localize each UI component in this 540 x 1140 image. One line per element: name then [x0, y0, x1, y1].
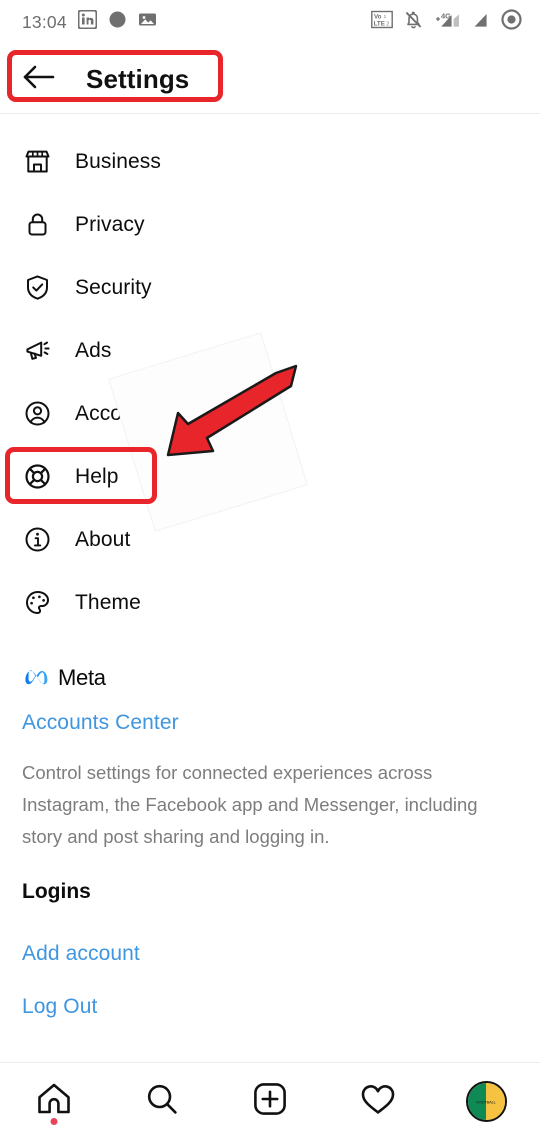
- volte-icon: Vo 1 LTE 2: [371, 10, 393, 34]
- menu-item-about[interactable]: About: [0, 508, 540, 571]
- svg-text:2: 2: [386, 21, 389, 27]
- page-header: Settings: [0, 46, 540, 112]
- nav-activity-button[interactable]: [343, 1072, 413, 1132]
- meta-brand: Meta: [22, 665, 522, 691]
- logins-heading: Logins: [22, 880, 91, 903]
- status-bar-right: Vo 1 LTE 2 4G: [371, 9, 522, 35]
- notifications-muted-icon: [404, 10, 423, 35]
- meta-section: Meta Accounts Center Control settings fo…: [22, 665, 522, 853]
- person-circle-icon: [20, 397, 54, 431]
- meta-wordmark: Meta: [58, 665, 106, 690]
- status-bar-left: 13:04: [22, 9, 157, 34]
- megaphone-icon: [20, 334, 54, 368]
- status-time: 13:04: [22, 11, 67, 32]
- menu-item-label: Ads: [75, 338, 112, 362]
- add-account-link[interactable]: Add account: [22, 942, 140, 966]
- meta-infinity-icon: [22, 665, 51, 691]
- menu-item-help[interactable]: Help: [0, 445, 540, 508]
- storefront-icon: [20, 145, 54, 179]
- logins-section: Logins Add account Log Out: [22, 880, 522, 1019]
- nav-home-button[interactable]: [19, 1072, 89, 1132]
- menu-item-ads[interactable]: Ads: [0, 319, 540, 382]
- menu-item-label: Privacy: [75, 212, 145, 236]
- lock-icon: [20, 208, 54, 242]
- back-button[interactable]: [20, 60, 58, 98]
- settings-menu: Business Privacy Security Ads Account He…: [0, 130, 540, 634]
- header-divider: [0, 113, 540, 114]
- menu-item-privacy[interactable]: Privacy: [0, 193, 540, 256]
- nav-profile-button[interactable]: FOOTBALL: [451, 1072, 521, 1132]
- search-icon: [144, 1081, 180, 1122]
- linkedin-icon: [77, 9, 98, 34]
- svg-text:LTE: LTE: [374, 20, 385, 27]
- nav-add-post-button[interactable]: [235, 1072, 305, 1132]
- info-circle-icon: [20, 523, 54, 557]
- menu-item-label: Account: [75, 401, 152, 425]
- record-icon: [501, 9, 522, 35]
- menu-item-label: Business: [75, 149, 162, 173]
- shield-check-icon: [20, 271, 54, 305]
- menu-item-label: Security: [75, 275, 152, 299]
- menu-item-security[interactable]: Security: [0, 256, 540, 319]
- menu-item-label: Theme: [75, 590, 141, 614]
- bottom-navigation: FOOTBALL: [0, 1062, 540, 1140]
- page-title: Settings: [86, 63, 190, 94]
- home-active-dot: [50, 1117, 58, 1125]
- avatar-label: FOOTBALL: [476, 1099, 496, 1104]
- back-arrow-icon: [22, 64, 56, 95]
- add-post-icon: [252, 1081, 288, 1122]
- palette-icon: [20, 586, 54, 620]
- signal-icon: [471, 10, 490, 35]
- menu-item-label: About: [75, 527, 131, 551]
- heart-icon: [359, 1081, 397, 1122]
- status-bar: 13:04 Vo 1 LTE 2 4G: [0, 0, 540, 44]
- menu-item-theme[interactable]: Theme: [0, 571, 540, 634]
- nav-search-button[interactable]: [127, 1072, 197, 1132]
- circle-icon: [108, 10, 127, 34]
- menu-item-label: Help: [75, 464, 119, 488]
- svg-text:1: 1: [384, 14, 387, 19]
- meta-description: Control settings for connected experienc…: [22, 762, 478, 847]
- menu-item-business[interactable]: Business: [0, 130, 540, 193]
- profile-avatar: FOOTBALL: [465, 1081, 507, 1122]
- signal-4g-icon: 4G: [434, 10, 460, 35]
- gallery-icon: [138, 10, 157, 34]
- menu-item-account[interactable]: Account: [0, 382, 540, 445]
- log-out-link[interactable]: Log Out: [22, 995, 522, 1019]
- settings-screen: 13:04 Vo 1 LTE 2 4G Settings Business Pr…: [0, 0, 540, 1140]
- accounts-center-link[interactable]: Accounts Center: [22, 711, 179, 735]
- lifebuoy-icon: [20, 460, 54, 494]
